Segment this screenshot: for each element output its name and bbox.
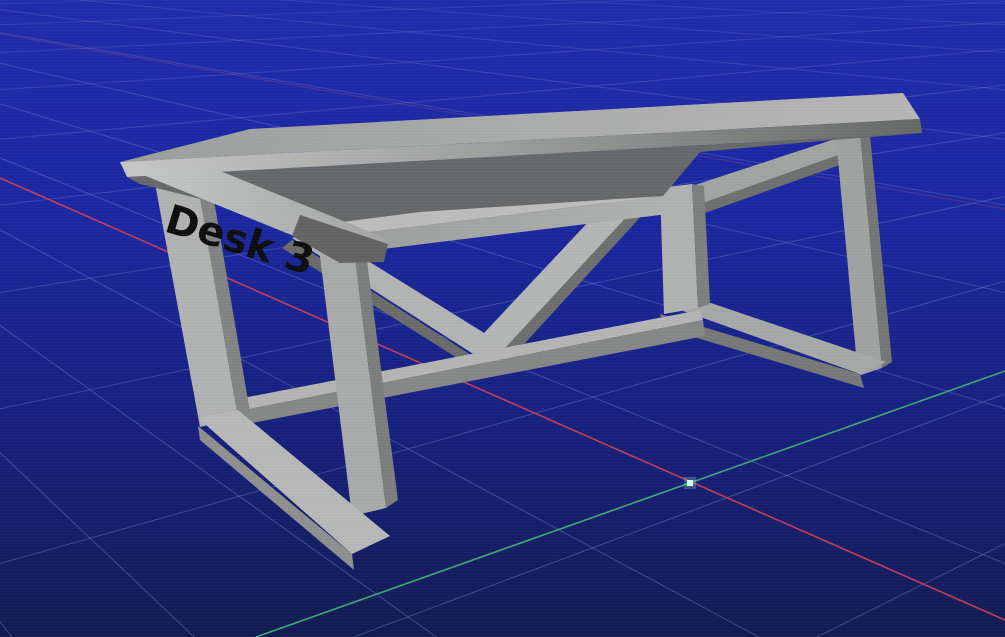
desk-front-right-post — [660, 184, 698, 314]
viewport-3d[interactable]: Desk 3 — [0, 0, 1005, 637]
origin-point — [687, 480, 693, 486]
scene-svg: Desk 3 — [0, 0, 1005, 637]
